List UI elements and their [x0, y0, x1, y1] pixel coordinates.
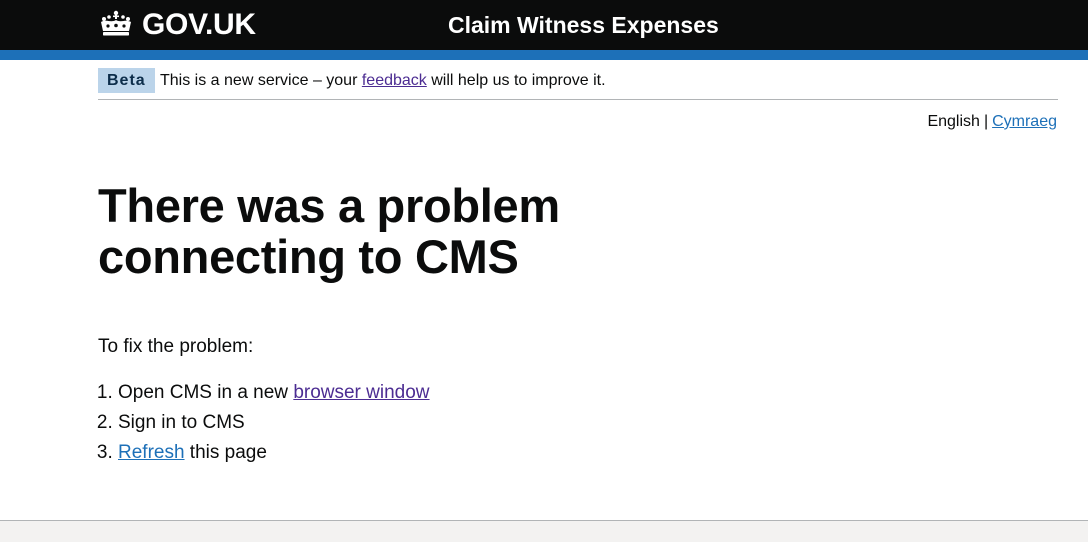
site-footer [0, 520, 1088, 542]
intro-text: To fix the problem: [98, 336, 254, 357]
steps-list: Open CMS in a new browser window Sign in… [98, 378, 998, 468]
govuk-logo-link[interactable]: GOV.UK [98, 0, 256, 50]
step-2-text: Sign in to CMS [118, 412, 245, 433]
phase-banner: Beta This is a new service – your feedba… [98, 60, 1058, 100]
step-1-text: Open CMS in a new [118, 382, 294, 403]
refresh-link[interactable]: Refresh [118, 442, 185, 463]
feedback-link[interactable]: feedback [362, 72, 427, 89]
phase-banner-text: This is a new service – your feedback wi… [160, 68, 606, 93]
govuk-logo-text: GOV.UK [142, 8, 256, 41]
page-title: There was a problem connecting to CMS [98, 179, 560, 283]
step-3-text: this page [184, 442, 267, 463]
step-item: Open CMS in a new browser window [118, 378, 998, 408]
language-current: English [927, 113, 980, 130]
browser-window-link[interactable]: browser window [293, 382, 429, 403]
language-link-cymraeg[interactable]: Cymraeg [992, 113, 1057, 130]
step-item: Refresh this page [118, 438, 998, 468]
main-content: There was a problem connecting to CMS To… [98, 180, 998, 468]
site-header: GOV.UK Claim Witness Expenses [0, 0, 1088, 60]
language-divider: | [983, 113, 989, 130]
phase-tag: Beta [98, 68, 155, 93]
service-name-link[interactable]: Claim Witness Expenses [448, 0, 719, 50]
phase-text-after: will help us to improve it. [426, 72, 606, 89]
phase-text-before: This is a new service – your [160, 72, 362, 89]
step-item: Sign in to CMS [118, 408, 998, 438]
language-switcher: English | Cymraeg [927, 110, 1057, 134]
crown-icon [98, 10, 134, 38]
